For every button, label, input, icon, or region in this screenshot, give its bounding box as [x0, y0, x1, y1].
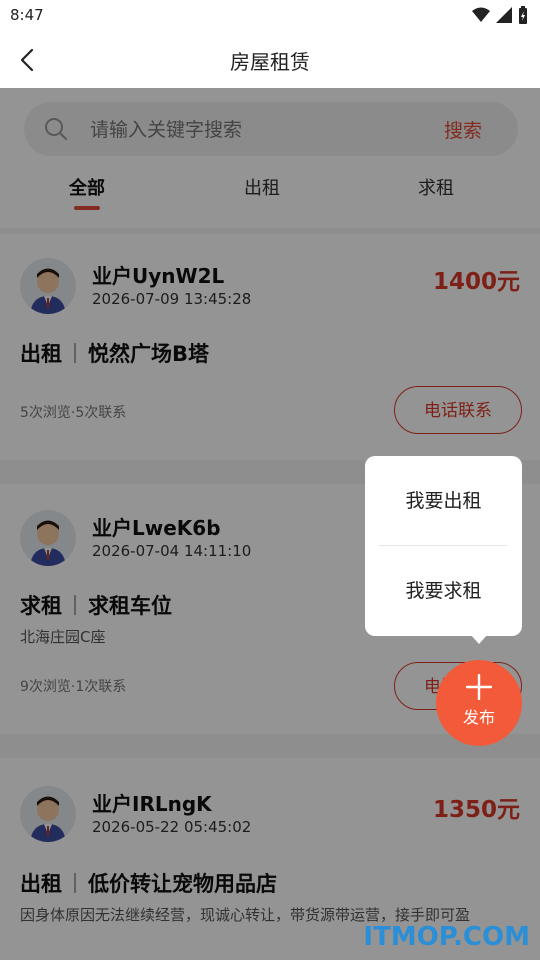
- menu-item-rent-seek[interactable]: 我要求租: [365, 546, 522, 636]
- page-title: 房屋租赁: [230, 50, 310, 74]
- wifi-icon: [472, 7, 490, 22]
- fab-label: 发布: [462, 708, 495, 727]
- signal-icon: [496, 7, 512, 23]
- popup-arrow: [470, 634, 488, 644]
- status-time: 8:47: [10, 6, 44, 24]
- status-icons: [472, 6, 528, 24]
- nav-bar: 房屋租赁: [0, 32, 540, 88]
- watermark-logo: ITMOP.COM: [363, 922, 530, 952]
- status-bar: 8:47: [0, 0, 540, 32]
- publish-fab[interactable]: 发布: [436, 660, 522, 746]
- publish-menu: 我要出租 我要求租: [365, 456, 522, 636]
- battery-icon: [519, 6, 527, 24]
- plus-icon: [466, 674, 492, 700]
- menu-item-rent-out[interactable]: 我要出租: [365, 456, 522, 546]
